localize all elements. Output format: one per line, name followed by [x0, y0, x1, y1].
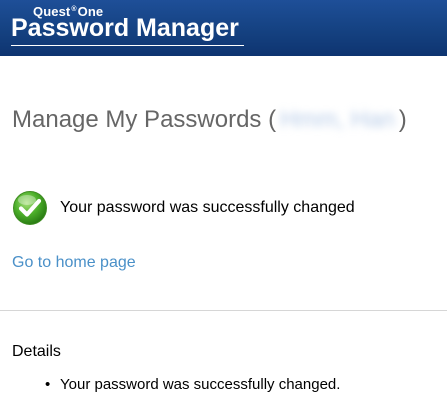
- success-message-row: Your password was successfully changed: [12, 190, 355, 226]
- bullet-icon: •: [45, 376, 51, 393]
- blurred-username: Hmm, Han: [280, 106, 395, 133]
- details-heading: Details: [12, 343, 61, 360]
- list-item: • Your password was successfully changed…: [45, 376, 341, 393]
- section-divider: [0, 310, 447, 311]
- go-to-home-link[interactable]: Go to home page: [12, 254, 136, 272]
- page-title: Manage My Passwords (Hmm, Han): [12, 106, 407, 133]
- app-header: Quest®One Password Manager: [0, 0, 447, 56]
- brand-underline: [11, 45, 244, 46]
- brand-title: Password Manager: [11, 14, 239, 42]
- success-message: Your password was successfully changed: [60, 199, 355, 216]
- check-circle-icon: [13, 191, 47, 225]
- details-list: • Your password was successfully changed…: [12, 376, 340, 393]
